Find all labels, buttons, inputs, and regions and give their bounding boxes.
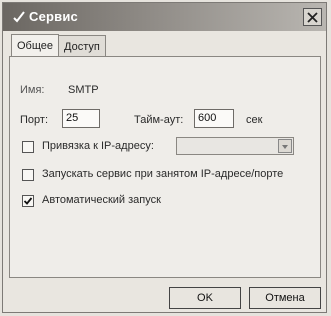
general-tab-panel: Имя: SMTP Порт: 25 Тайм-аут: 600 сек При… bbox=[9, 56, 321, 278]
bind-ip-label: Привязка к IP-адресу: bbox=[42, 140, 154, 152]
port-label: Порт: bbox=[20, 114, 48, 126]
timeout-unit: сек bbox=[246, 114, 263, 126]
start-when-busy-checkbox[interactable] bbox=[22, 169, 34, 181]
port-field[interactable]: 25 bbox=[62, 109, 100, 128]
ok-button[interactable]: OK bbox=[169, 287, 241, 309]
check-icon bbox=[23, 197, 33, 205]
bind-ip-checkbox[interactable] bbox=[22, 141, 34, 153]
close-icon bbox=[307, 11, 318, 23]
autostart-checkbox[interactable] bbox=[22, 195, 34, 207]
name-value: SMTP bbox=[68, 84, 99, 96]
name-label: Имя: bbox=[20, 84, 45, 96]
timeout-field[interactable]: 600 bbox=[194, 109, 234, 128]
timeout-label: Тайм-аут: bbox=[134, 114, 184, 126]
window-title: Сервис bbox=[29, 9, 78, 24]
chevron-down-icon bbox=[282, 145, 288, 149]
bind-ip-select[interactable] bbox=[176, 137, 294, 155]
title-bar[interactable]: Сервис bbox=[3, 3, 326, 31]
start-when-busy-label: Запускать сервис при занятом IP-адресе/п… bbox=[42, 168, 284, 180]
checkmark-icon bbox=[11, 9, 27, 25]
close-button[interactable] bbox=[303, 8, 322, 26]
dropdown-arrow-icon[interactable] bbox=[278, 139, 292, 153]
cancel-button[interactable]: Отмена bbox=[249, 287, 321, 309]
tab-access[interactable]: Доступ bbox=[58, 35, 106, 57]
tab-strip: Общее Доступ bbox=[11, 34, 106, 59]
service-dialog: Сервис Общее Доступ Имя: SMTP Порт: 25 Т… bbox=[2, 2, 327, 313]
autostart-label: Автоматический запуск bbox=[42, 194, 161, 206]
